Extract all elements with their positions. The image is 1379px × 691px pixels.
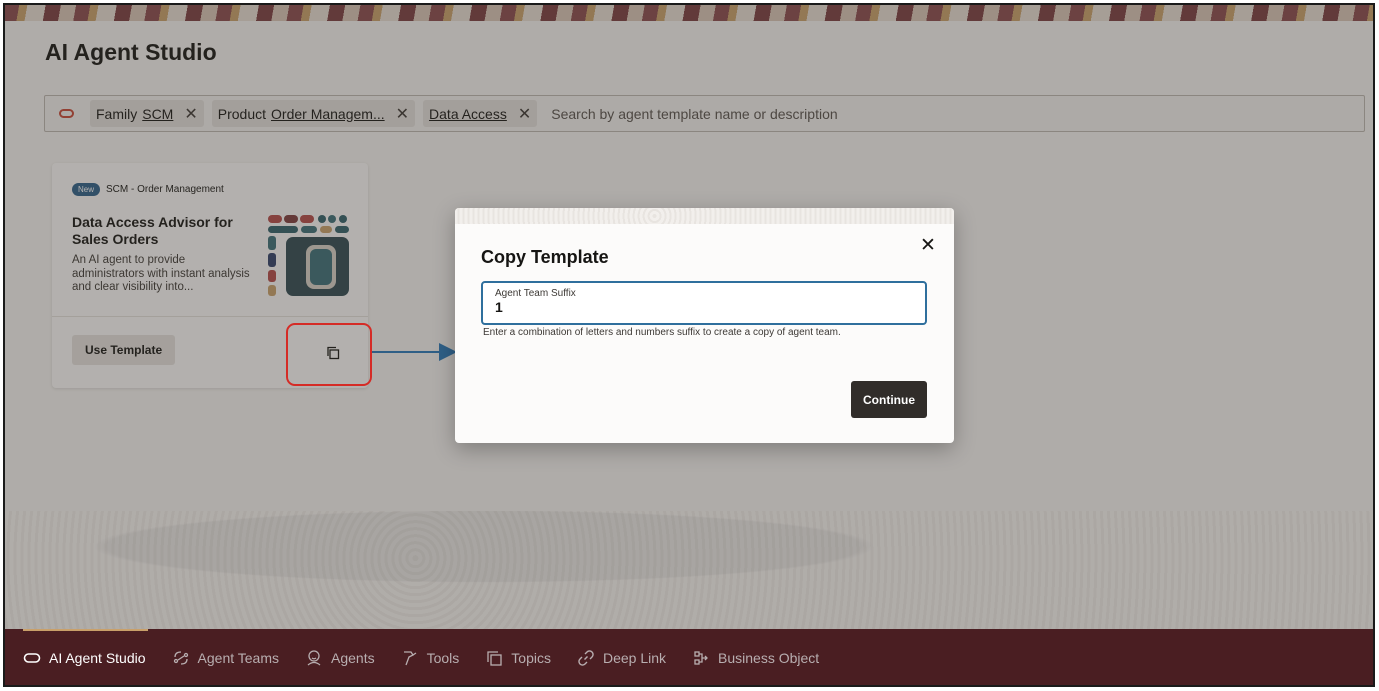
field-label: Agent Team Suffix — [495, 288, 576, 299]
tools-icon — [403, 651, 416, 666]
pill-icon — [23, 653, 41, 663]
nav-item-topics[interactable]: Topics — [485, 649, 551, 667]
close-icon[interactable]: ✕ — [918, 236, 938, 256]
field-help-text: Enter a combination of letters and numbe… — [483, 327, 841, 338]
nav-active-indicator — [23, 629, 148, 631]
nav-item-business-object[interactable]: Business Object — [692, 649, 819, 667]
topics-icon — [487, 651, 502, 666]
agent-team-suffix-field[interactable]: Agent Team Suffix — [481, 281, 927, 325]
nav-item-agent-teams[interactable]: Agent Teams — [172, 649, 279, 667]
nav-label: Agents — [331, 650, 375, 666]
business-object-icon — [694, 651, 708, 665]
app-frame: AI Agent Studio Family SCM ✕ Product Ord… — [3, 3, 1375, 687]
bottom-nav: AI Agent Studio Agent Teams Agents Tools — [5, 629, 1373, 685]
continue-button[interactable]: Continue — [851, 381, 927, 418]
nav-label: Tools — [426, 650, 460, 666]
suffix-input[interactable] — [495, 299, 913, 315]
annotation-highlight — [286, 323, 372, 386]
nav-label: AI Agent Studio — [49, 650, 146, 666]
nav-item-deep-link[interactable]: Deep Link — [577, 649, 666, 667]
agent-teams-icon — [173, 651, 188, 665]
nav-label: Agent Teams — [197, 650, 279, 666]
copy-template-dialog: Copy Template ✕ Agent Team Suffix Enter … — [455, 208, 954, 443]
nav-item-ai-agent-studio[interactable]: AI Agent Studio — [23, 649, 146, 667]
dialog-title: Copy Template — [481, 247, 609, 267]
annotation-arrow — [372, 351, 440, 353]
nav-item-tools[interactable]: Tools — [401, 649, 460, 667]
agents-icon — [307, 650, 321, 666]
nav-label: Topics — [511, 650, 551, 666]
nav-item-agents[interactable]: Agents — [305, 649, 375, 667]
nav-label: Business Object — [718, 650, 820, 666]
dialog-header-pattern — [455, 208, 954, 224]
nav-label: Deep Link — [602, 650, 667, 666]
link-icon — [578, 650, 594, 666]
